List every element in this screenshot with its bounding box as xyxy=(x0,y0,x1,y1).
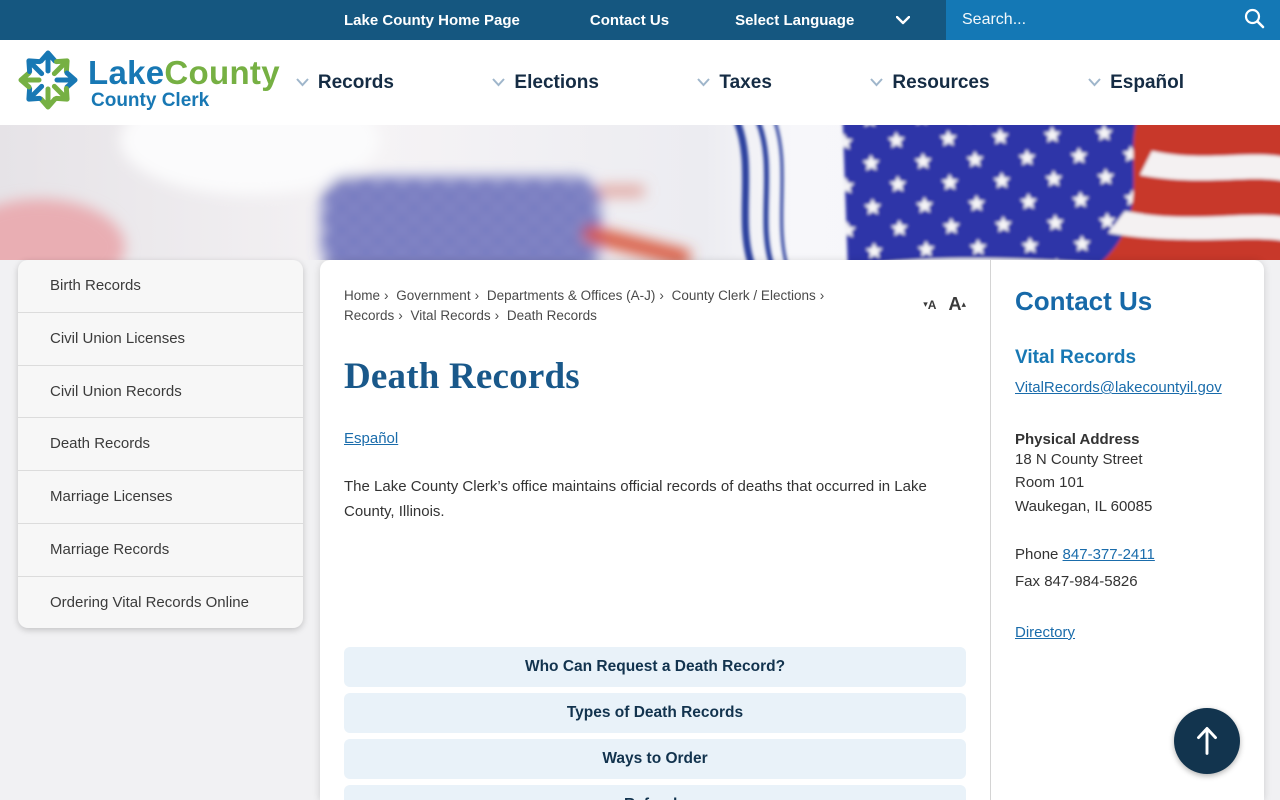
breadcrumb: Home › Government › Departments & Offices … xyxy=(344,288,825,324)
starburst-logo-icon xyxy=(16,48,80,117)
language-selector-label: Select Language xyxy=(735,11,855,29)
email-link[interactable]: VitalRecords@lakecountyil.gov xyxy=(1015,379,1222,396)
logo-word-county: County xyxy=(164,53,280,91)
nav-item-taxes[interactable]: Taxes xyxy=(697,72,772,94)
sidebar-item-death-records[interactable]: Death Records xyxy=(18,417,303,470)
intro-paragraph: The Lake County Clerk’s office maintains… xyxy=(344,477,927,521)
decrease-font-button[interactable]: ▾ A xyxy=(923,298,936,312)
chevron-down-icon xyxy=(296,74,309,92)
triangle-up-icon: ▴ xyxy=(961,299,966,309)
page-content: Birth Records Civil Union Licenses Civil… xyxy=(0,260,1280,800)
address-room: Room 101 xyxy=(1015,474,1085,492)
accordion-who-can-request[interactable]: Who Can Request a Death Record? xyxy=(344,646,966,687)
chevron-down-icon xyxy=(1088,74,1101,92)
primary-nav: Records Elections Taxes Resources Españo… xyxy=(296,72,1184,94)
logo-text: LakeCounty County Clerk xyxy=(88,56,280,110)
search-bar xyxy=(946,0,1280,40)
sidebar-item-birth-records[interactable]: Birth Records xyxy=(18,260,303,312)
nav-item-resources[interactable]: Resources xyxy=(870,72,990,94)
logo-word-lake: Lake xyxy=(88,53,165,91)
home-page-link[interactable]: Lake County Home Page xyxy=(344,12,520,29)
accordion-types-of-death-records[interactable]: Types of Death Records xyxy=(344,692,966,733)
nav-item-espanol[interactable]: Español xyxy=(1088,72,1184,94)
phone-row: Phone 847-377-2411 xyxy=(1015,545,1155,563)
address-street: 18 N County Street xyxy=(1015,451,1143,468)
page-title: Death Records xyxy=(344,355,580,397)
sidebar-item-civil-union-records[interactable]: Civil Union Records xyxy=(18,364,303,418)
fax-row: Fax 847-984-5826 xyxy=(1015,572,1138,590)
breadcrumb-current-page: Death Records xyxy=(506,308,597,324)
breadcrumb-records[interactable]: Records xyxy=(344,308,394,323)
language-selector[interactable]: Select Language xyxy=(735,11,911,29)
accordion-ways-to-order[interactable]: Ways to Order xyxy=(344,738,966,779)
sidebar-item-marriage-licenses[interactable]: Marriage Licenses xyxy=(18,470,303,523)
directory-link[interactable]: Directory xyxy=(1015,624,1075,641)
breadcrumb-county-clerk-elections[interactable]: County Clerk / Elections xyxy=(672,288,816,303)
contact-heading: Contact Us xyxy=(1015,286,1153,316)
sidebar-item-civil-union-licenses[interactable]: Civil Union Licenses xyxy=(18,311,303,365)
breadcrumb-departments[interactable]: Departments & Offices (A-J) xyxy=(487,288,656,303)
breadcrumb-home[interactable]: Home xyxy=(344,288,380,303)
chevron-down-icon xyxy=(697,74,711,92)
contact-us-link[interactable]: Contact Us xyxy=(590,12,669,29)
main-column: Home › Government › Departments & Offices … xyxy=(320,260,990,800)
font-size-controls: ▾ A A ▴ xyxy=(923,294,966,315)
logo-subtitle: County Clerk xyxy=(91,89,210,111)
address-city: Waukegan, IL 60085 xyxy=(1015,497,1153,515)
search-input[interactable] xyxy=(962,11,1242,29)
increase-font-button[interactable]: A ▴ xyxy=(948,294,966,315)
search-button[interactable] xyxy=(1242,7,1266,34)
main-panel: Home › Government › Departments & Offices … xyxy=(320,260,1264,800)
sidebar-item-marriage-records[interactable]: Marriage Records xyxy=(18,522,303,576)
nav-item-elections[interactable]: Elections xyxy=(492,72,599,94)
contact-department: Vital Records xyxy=(1015,347,1137,368)
breadcrumb-government[interactable]: Government xyxy=(396,288,470,303)
search-icon xyxy=(1242,7,1266,34)
phone-link[interactable]: 847-377-2411 xyxy=(1063,546,1155,563)
accordion-list: Who Can Request a Death Record? Types of… xyxy=(344,646,966,800)
breadcrumb-vital-records[interactable]: Vital Records xyxy=(411,308,491,323)
hero-flag-image xyxy=(0,125,1280,260)
sidebar-item-ordering-vital-records-online[interactable]: Ordering Vital Records Online xyxy=(18,575,303,629)
chevron-down-icon xyxy=(492,74,506,92)
scroll-to-top-button[interactable] xyxy=(1174,708,1240,774)
physical-address-label: Physical Address xyxy=(1015,431,1140,448)
fax-number: 847-984-5826 xyxy=(1044,572,1138,590)
arrow-up-icon xyxy=(1192,723,1222,760)
site-logo[interactable]: LakeCounty County Clerk xyxy=(16,48,280,117)
espanol-link[interactable]: Español xyxy=(344,430,398,447)
chevron-down-icon xyxy=(896,15,911,25)
accordion-refunds[interactable]: Refunds xyxy=(344,784,966,800)
site-header: LakeCounty County Clerk Records Election… xyxy=(0,40,1280,125)
nav-item-records[interactable]: Records xyxy=(296,72,394,94)
utility-bar: Lake County Home Page Contact Us Select … xyxy=(0,0,1280,40)
vital-records-menu: Birth Records Civil Union Licenses Civil… xyxy=(18,260,303,629)
chevron-down-icon xyxy=(870,74,884,92)
